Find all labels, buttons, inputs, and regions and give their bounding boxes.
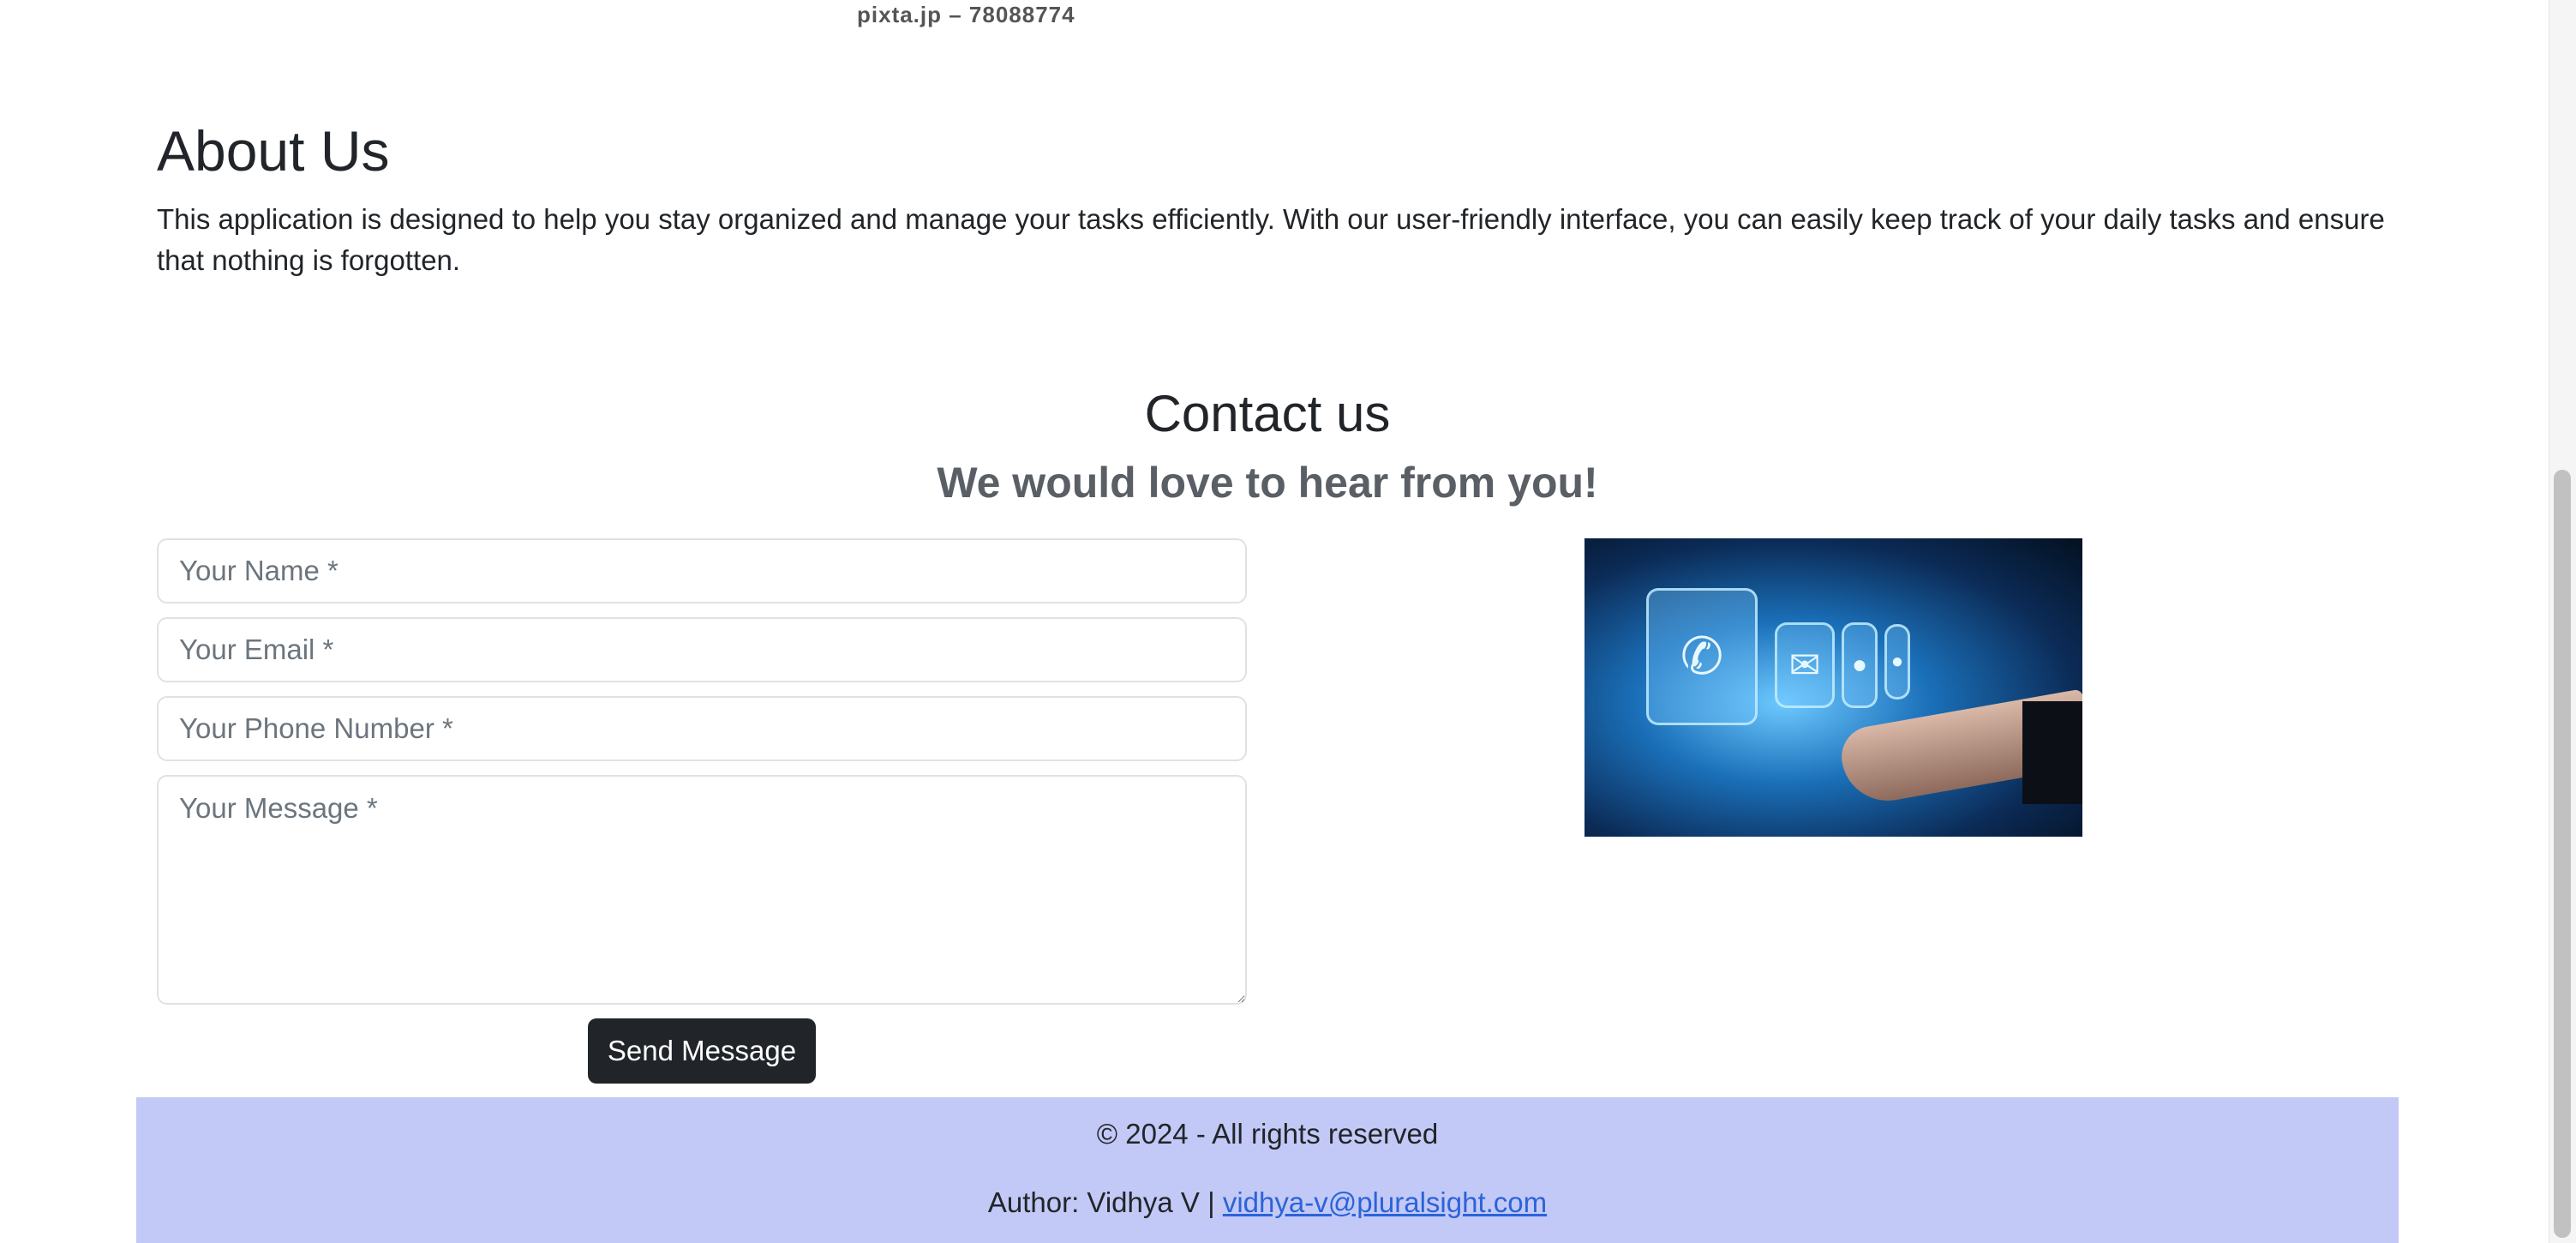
name-input[interactable] xyxy=(157,538,1247,603)
contact-image: ✆ ✉ ● ● xyxy=(1585,538,2082,837)
mail-icon: ✉ xyxy=(1775,622,1835,708)
copyright-text: © 2024 - All rights reserved xyxy=(1096,1118,1439,1150)
phone-icon: ✆ xyxy=(1646,588,1758,725)
scrollbar-thumb[interactable] xyxy=(2554,470,2571,1238)
email-input[interactable] xyxy=(157,617,1247,682)
chat-bubble-icon: ● xyxy=(1884,624,1910,700)
about-text: This application is designed to help you… xyxy=(157,203,2385,276)
send-message-button[interactable]: Send Message xyxy=(588,1018,816,1084)
phone-input[interactable] xyxy=(157,696,1247,761)
author-line: Author: Vidhya V | vidhya-v@pluralsight.… xyxy=(136,1186,2399,1219)
location-pin-icon: ● xyxy=(1842,622,1878,708)
scrollbar-track[interactable] xyxy=(2549,0,2576,1243)
page: pixta.jp – 78088774 About Us This applic… xyxy=(0,0,2576,1243)
contact-title: Contact us xyxy=(1144,385,1391,442)
message-textarea[interactable] xyxy=(157,775,1247,1005)
image-caption: pixta.jp – 78088774 xyxy=(857,2,1075,27)
about-title: About Us xyxy=(157,119,390,183)
sleeve xyxy=(2022,701,2082,804)
about-section: About Us This application is designed to… xyxy=(157,120,2385,281)
author-email-link[interactable]: vidhya-v@pluralsight.com xyxy=(1223,1186,1547,1218)
author-label: Author: Vidhya V | xyxy=(987,1186,1223,1218)
footer: © 2024 - All rights reserved Author: Vid… xyxy=(136,1097,2399,1243)
contact-subtitle: We would love to hear from you! xyxy=(937,459,1598,507)
